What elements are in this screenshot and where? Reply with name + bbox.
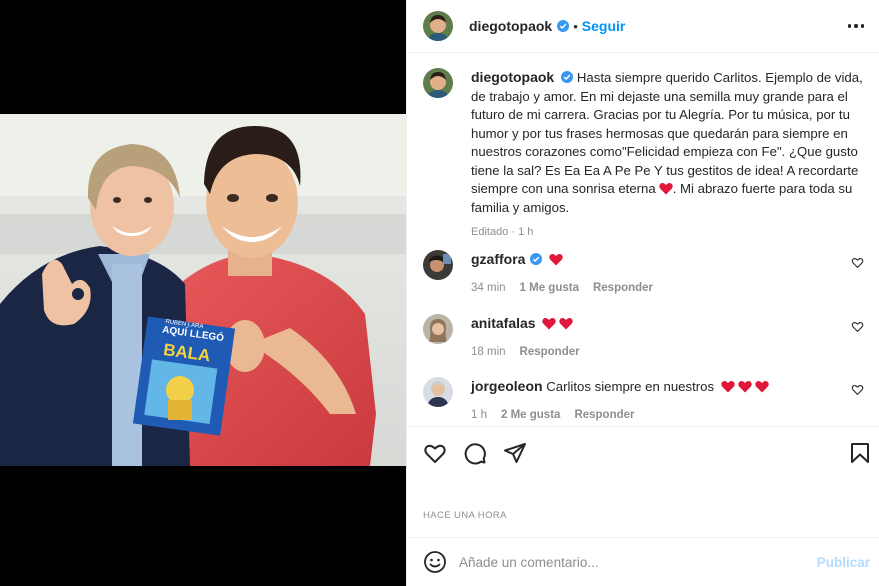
heart-icon[interactable] [423,441,447,465]
post-timestamp[interactable]: HACE UNA HORA [423,510,507,521]
comment-meta: 34 min 1 Me gusta Responder [471,279,851,297]
reply-button[interactable]: Responder [520,343,580,361]
post-actions [407,426,879,478]
comment-item: gzaffora 34 min 1 Me gusta Responder [423,250,868,297]
comment-time: 34 min [471,282,506,294]
comment-time: 1 h [471,409,487,421]
add-comment-bar: Publicar [407,537,879,586]
red-heart-emoji-icon [721,381,735,393]
commenter-avatar[interactable] [423,314,453,344]
comment-item: jorgeoleon Carlitos siempre en nuestros … [423,377,868,424]
like-comment-heart-icon[interactable] [851,320,864,333]
header-username[interactable]: diegotopaok [469,18,552,34]
red-heart-emoji-icon [738,381,752,393]
commenter-avatar[interactable] [423,377,453,407]
verified-badge-icon [557,20,570,32]
comment-meta: 1 h 2 Me gusta Responder [471,406,851,424]
verified-badge-icon [530,253,543,265]
like-comment-heart-icon[interactable] [851,256,864,269]
post-media: AQUÍ LLEGÓ BALA RUBEN LARA [0,0,406,586]
red-heart-emoji-icon [659,183,673,195]
commenter-avatar[interactable] [423,250,453,280]
separator-dot: • [573,18,578,34]
comment-likes[interactable]: 1 Me gusta [520,279,579,297]
red-heart-emoji-icon [559,318,573,330]
caption-avatar[interactable] [423,68,453,98]
red-heart-emoji-icon [549,254,563,266]
follow-button[interactable]: Seguir [582,18,626,34]
publish-button[interactable]: Publicar [817,555,870,570]
comment-body: jorgeoleon Carlitos siempre en nuestros … [471,377,851,424]
comments-list[interactable]: diegotopaok Hasta siempre querido Carlit… [407,54,879,426]
caption-meta: Editado · 1 h [471,226,534,238]
instagram-post: AQUÍ LLEGÓ BALA RUBEN LARA diegotopaok •… [0,0,879,586]
comment-meta: 18 min Responder [471,343,851,361]
comment-likes[interactable]: 2 Me gusta [501,406,560,424]
post-caption: diegotopaok Hasta siempre querido Carlit… [423,68,868,242]
caption-body: diegotopaok Hasta siempre querido Carlit… [471,68,863,242]
photo-illustration: AQUÍ LLEGÓ BALA RUBEN LARA [0,114,406,466]
red-heart-emoji-icon [542,318,556,330]
comment-body: gzaffora 34 min 1 Me gusta Responder [471,250,851,297]
red-heart-emoji-icon [755,381,769,393]
comment-time: 18 min [471,346,506,358]
bookmark-icon[interactable] [848,441,872,465]
send-icon[interactable] [503,441,527,465]
post-panel: diegotopaok • Seguir diegotopaok Hasta s… [406,0,879,586]
post-header: diegotopaok • Seguir [407,0,879,53]
reply-button[interactable]: Responder [574,406,634,424]
comment-input[interactable] [459,554,799,570]
comment-body: anitafalas 18 min Responder [471,314,851,361]
comment-username[interactable]: jorgeoleon [471,378,543,394]
more-options-icon[interactable] [844,14,868,38]
comment-username[interactable]: anitafalas [471,315,536,331]
caption-username[interactable]: diegotopaok [471,69,554,85]
comment-item: anitafalas 18 min Responder [423,314,868,361]
comment-text: Carlitos siempre en nuestros [546,379,715,394]
verified-badge-icon [561,71,574,83]
author-avatar[interactable] [423,11,453,41]
post-photo[interactable]: AQUÍ LLEGÓ BALA RUBEN LARA [0,114,406,466]
comment-icon[interactable] [463,441,487,465]
comment-username[interactable]: gzaffora [471,251,525,267]
smiley-icon[interactable] [423,550,447,574]
reply-button[interactable]: Responder [593,279,653,297]
caption-text: Hasta siempre querido Carlitos. Ejemplo … [471,70,863,196]
like-comment-heart-icon[interactable] [851,383,864,396]
